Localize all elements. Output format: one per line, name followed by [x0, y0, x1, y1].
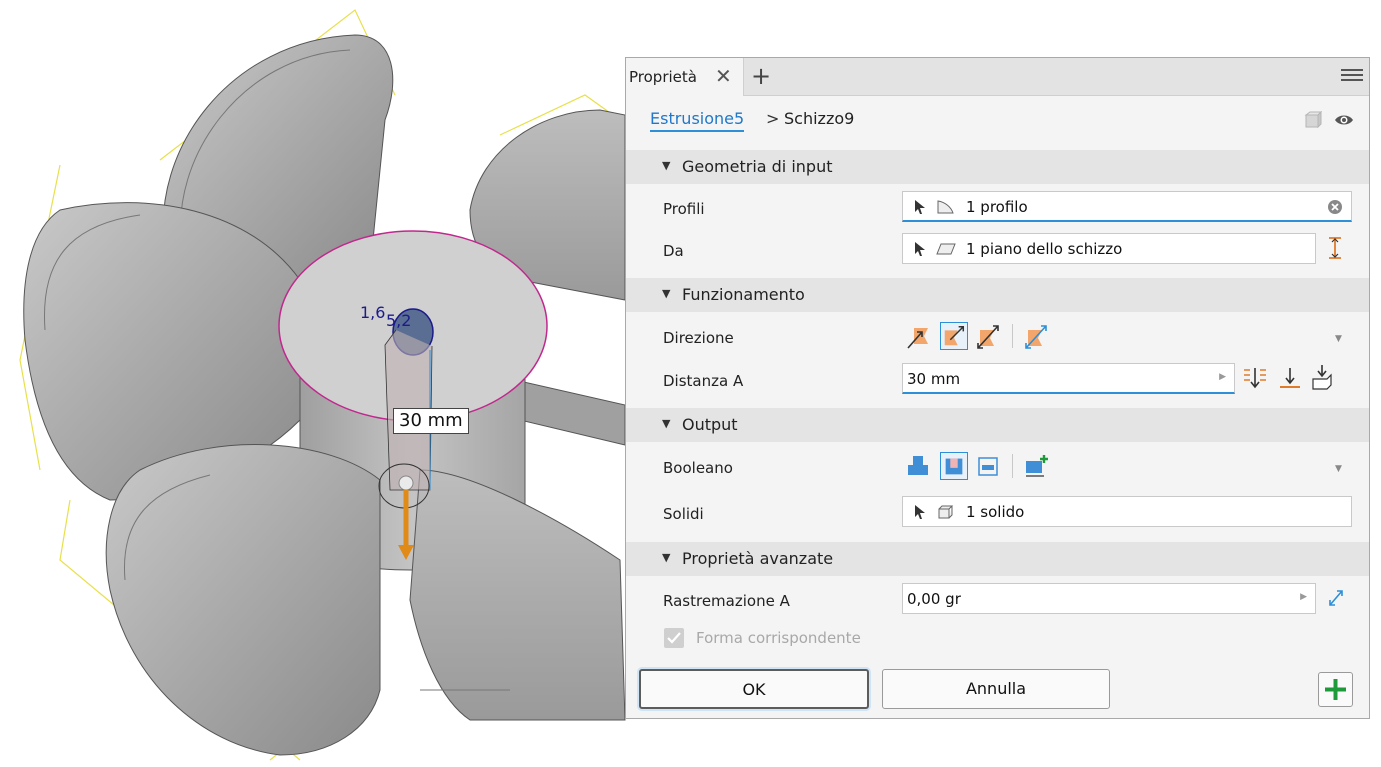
- toolbar-separator: [1012, 324, 1013, 348]
- match-shape-checkbox[interactable]: [664, 628, 684, 648]
- profiles-label: Profili: [663, 200, 705, 218]
- extent-to-face-icon[interactable]: [1309, 363, 1335, 391]
- extent-to-next-icon[interactable]: [1277, 366, 1303, 390]
- toolbar-separator: [1012, 454, 1013, 478]
- from-selector[interactable]: 1 piano dello schizzo: [902, 233, 1316, 264]
- properties-panel: Proprietà ✕ + Estrusione5 > Schizzo9 ▼ G…: [625, 57, 1370, 719]
- match-shape-label: Forma corrispondente: [696, 629, 861, 647]
- select-arrow-icon: [915, 200, 925, 214]
- from-value: 1 piano dello schizzo: [966, 240, 1123, 258]
- distance-dimension-input[interactable]: 30 mm: [393, 408, 469, 434]
- direction-label: Direzione: [663, 329, 734, 347]
- section-output-title: Output: [682, 415, 738, 434]
- section-input-geometry-header[interactable]: ▼ Geometria di input: [626, 150, 1369, 184]
- section-output-header[interactable]: ▼ Output: [626, 408, 1369, 442]
- boolean-cut-icon[interactable]: [940, 452, 968, 480]
- close-tab-icon[interactable]: ✕: [715, 64, 732, 88]
- solids-value: 1 solido: [966, 503, 1025, 521]
- direction-default-icon[interactable]: [904, 322, 932, 350]
- object-visibility-cube-icon[interactable]: [1304, 111, 1322, 129]
- boolean-new-solid-icon[interactable]: [1022, 452, 1050, 480]
- section-behavior-header[interactable]: ▼ Funzionamento: [626, 278, 1369, 312]
- flip-taper-icon[interactable]: [1326, 587, 1346, 609]
- plus-icon: [1325, 679, 1346, 700]
- cancel-button[interactable]: Annulla: [882, 669, 1110, 709]
- clear-selection-icon[interactable]: [1327, 199, 1343, 215]
- solids-label: Solidi: [663, 505, 704, 523]
- collapse-triangle-icon: ▼: [662, 287, 671, 300]
- boolean-label: Booleano: [663, 459, 733, 477]
- from-label: Da: [663, 242, 684, 260]
- dimension-label-b: 5,2: [386, 311, 412, 330]
- distance-a-label: Distanza A: [663, 372, 744, 390]
- dimension-label-a: 1,6: [360, 303, 386, 322]
- ok-button[interactable]: OK: [639, 669, 869, 709]
- tab-properties-label: Proprietà: [629, 68, 697, 86]
- taper-a-input[interactable]: 0,00 gr ▶: [902, 583, 1316, 614]
- collapse-triangle-icon: ▼: [662, 551, 671, 564]
- direction-flipped-icon[interactable]: [940, 322, 968, 350]
- profiles-value: 1 profilo: [966, 198, 1028, 216]
- boolean-dropdown-icon[interactable]: ▼: [1335, 464, 1342, 474]
- collapse-triangle-icon: ▼: [662, 159, 671, 172]
- boolean-join-icon[interactable]: [904, 452, 932, 480]
- breadcrumb-separator: >: [766, 109, 780, 128]
- direction-asymmetric-icon[interactable]: [1022, 322, 1050, 350]
- eye-icon[interactable]: [1334, 112, 1354, 128]
- section-advanced-header[interactable]: ▼ Proprietà avanzate: [626, 542, 1369, 576]
- direction-dropdown-icon[interactable]: ▼: [1335, 334, 1342, 344]
- taper-a-label: Rastremazione A: [663, 592, 790, 610]
- sketch-plane-icon: [936, 243, 956, 255]
- solid-body-icon: [938, 505, 954, 519]
- boolean-intersect-icon[interactable]: [974, 452, 1002, 480]
- apply-plus-button[interactable]: [1318, 672, 1353, 707]
- select-arrow-icon: [915, 505, 925, 519]
- distance-flyout-arrow-icon[interactable]: ▶: [1219, 372, 1226, 382]
- taper-flyout-arrow-icon[interactable]: ▶: [1300, 592, 1307, 602]
- direction-symmetric-icon[interactable]: [974, 322, 1002, 350]
- solids-selector[interactable]: 1 solido: [902, 496, 1352, 527]
- hamburger-menu-icon[interactable]: [1341, 66, 1363, 84]
- taper-a-value: 0,00 gr: [907, 590, 961, 608]
- breadcrumb-parent-link[interactable]: Estrusione5: [650, 109, 745, 132]
- collapse-triangle-icon: ▼: [662, 417, 671, 430]
- panel-tab-bar: Proprietà ✕ +: [626, 58, 1369, 96]
- section-behavior-title: Funzionamento: [682, 285, 805, 304]
- extent-distance-icon[interactable]: [1242, 366, 1268, 390]
- section-advanced-title: Proprietà avanzate: [682, 549, 834, 568]
- breadcrumb: Estrusione5 > Schizzo9: [626, 96, 1369, 146]
- distance-a-value: 30 mm: [907, 370, 961, 388]
- profiles-selector[interactable]: 1 profilo: [902, 191, 1352, 222]
- section-input-geometry-title: Geometria di input: [682, 157, 833, 176]
- breadcrumb-current: Schizzo9: [784, 109, 855, 128]
- add-tab-icon[interactable]: +: [751, 62, 771, 90]
- select-arrow-icon: [915, 242, 925, 256]
- checkmark-icon: [667, 632, 681, 644]
- tab-properties[interactable]: Proprietà ✕: [626, 58, 744, 96]
- profile-shape-icon: [937, 200, 954, 214]
- distance-a-input[interactable]: 30 mm ▶: [902, 363, 1235, 394]
- offset-from-icon[interactable]: [1327, 236, 1343, 260]
